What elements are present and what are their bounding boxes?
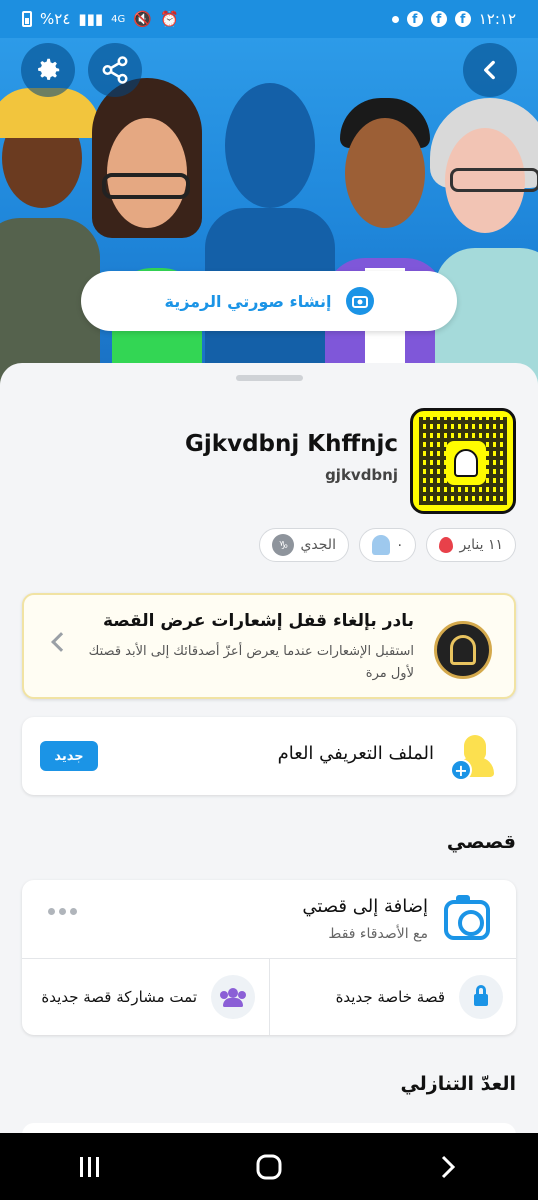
capricorn-icon: ♑ xyxy=(272,534,295,556)
balloon-icon xyxy=(439,537,454,553)
group-icon xyxy=(211,974,255,1019)
notification-dot-icon xyxy=(391,15,399,23)
new-badge: جديد xyxy=(40,741,98,771)
avatar-silhouette xyxy=(200,83,340,388)
bitmoji-avatar xyxy=(325,78,445,388)
status-left: %٢٤ ▮▮▮ 4G 🔇 ⏰ xyxy=(22,10,179,28)
add-to-story-title[interactable]: إضافة إلى قصتي xyxy=(302,896,428,917)
new-shared-story-button[interactable]: تمت مشاركة قصة جديدة xyxy=(22,958,269,1035)
my-stories-heading: قصصي xyxy=(446,831,516,853)
story-notification-promo[interactable]: بادر بإلغاء قفل إشعارات عرض القصة استقبل… xyxy=(22,593,516,699)
status-right: f f f ١٢:١٢ xyxy=(391,10,516,28)
facebook-icon: f xyxy=(454,11,471,27)
public-profile-icon: + xyxy=(450,733,494,781)
home-button[interactable] xyxy=(239,1147,299,1187)
my-stories-card: إضافة إلى قصتي مع الأصدقاء فقط قصة خاصة … xyxy=(22,880,516,1035)
alarm-icon: ⏰ xyxy=(159,10,179,28)
create-avatar-label: إنشاء صورتي الرمزية xyxy=(164,291,332,311)
public-profile-title: الملف التعريفي العام xyxy=(277,743,434,764)
system-nav-bar xyxy=(0,1133,538,1200)
avatar-hero: إنشاء صورتي الرمزية xyxy=(0,38,538,388)
zodiac-chip[interactable]: ♑ الجدي xyxy=(259,528,349,562)
ghost-icon xyxy=(446,441,486,485)
friends-chip[interactable]: ٠ xyxy=(358,528,417,562)
add-to-story-subtitle: مع الأصدقاء فقط xyxy=(328,926,428,942)
clock: ١٢:١٢ xyxy=(478,10,516,28)
username: gjkvdbnj xyxy=(325,466,398,484)
snapcode[interactable] xyxy=(410,408,516,514)
bitmoji-avatar xyxy=(430,98,538,388)
create-avatar-button[interactable]: إنشاء صورتي الرمزية xyxy=(81,271,457,331)
promo-body: استقبل الإشعارات عندما يعرض أعزّ أصدقائك… xyxy=(88,644,414,681)
camera-icon xyxy=(444,895,490,940)
back-button[interactable] xyxy=(463,43,517,97)
lock-icon xyxy=(459,974,503,1019)
snap-plus-icon xyxy=(434,621,492,679)
friends-count: ٠ xyxy=(395,537,404,553)
chevron-right-icon xyxy=(442,1155,456,1178)
countdown-heading: العدّ التنازلي xyxy=(400,1073,516,1095)
birthday-chip[interactable]: ١١ يناير xyxy=(426,528,516,562)
more-options-icon[interactable] xyxy=(48,908,77,915)
chevron-right-icon xyxy=(484,60,495,80)
facebook-icon: f xyxy=(406,11,423,27)
display-name: Gjkvdbnj Khffnjc xyxy=(185,431,398,457)
new-shared-story-label: تمت مشاركة قصة جديدة xyxy=(41,987,197,1006)
public-profile-card[interactable]: + الملف التعريفي العام جديد xyxy=(22,717,516,795)
gear-icon xyxy=(38,58,60,80)
system-back-button[interactable] xyxy=(418,1147,478,1187)
battery-icon xyxy=(22,11,32,27)
share-icon xyxy=(102,56,128,84)
mute-icon: 🔇 xyxy=(133,10,152,28)
birthday-text: ١١ يناير xyxy=(459,537,503,553)
signal-icon: ▮▮▮ xyxy=(78,10,104,28)
recent-apps-icon xyxy=(79,1156,99,1177)
ghost-icon xyxy=(371,535,390,555)
status-bar: %٢٤ ▮▮▮ 4G 🔇 ⏰ f f f ١٢:١٢ xyxy=(0,0,538,38)
profile-sheet: Gjkvdbnj Khffnjc gjkvdbnj ١١ يناير ٠ ♑ ا… xyxy=(0,363,538,1143)
new-private-story-button[interactable]: قصة خاصة جديدة xyxy=(270,958,517,1035)
share-button[interactable] xyxy=(88,43,142,97)
battery-percent: %٢٤ xyxy=(40,10,71,28)
network-type: 4G xyxy=(111,13,126,25)
drag-handle[interactable] xyxy=(236,375,303,381)
zodiac-text: الجدي xyxy=(300,537,336,553)
recent-apps-button[interactable] xyxy=(60,1147,120,1187)
settings-button[interactable] xyxy=(21,43,75,97)
profile-chips: ١١ يناير ٠ ♑ الجدي xyxy=(259,528,516,562)
home-icon xyxy=(256,1154,282,1179)
chevron-left-icon xyxy=(51,632,71,652)
new-private-story-label: قصة خاصة جديدة xyxy=(335,987,445,1006)
facebook-icon: f xyxy=(430,11,447,27)
camera-icon xyxy=(345,287,374,315)
promo-title: بادر بإلغاء قفل إشعارات عرض القصة xyxy=(102,611,414,631)
